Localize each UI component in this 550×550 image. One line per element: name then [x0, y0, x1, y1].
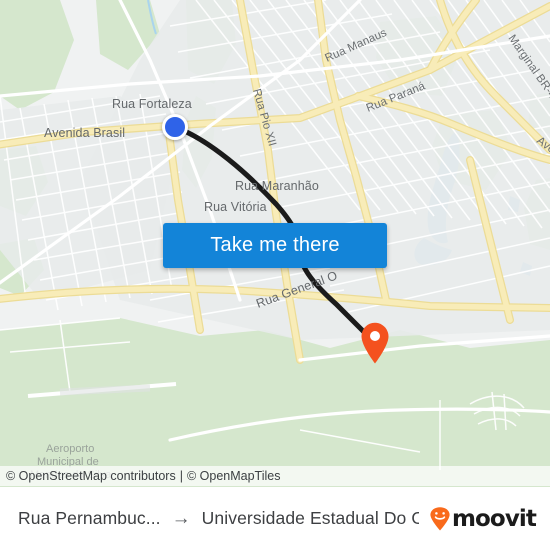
- area-label: Aeroporto: [46, 443, 94, 455]
- attribution-separator: |: [179, 469, 183, 483]
- take-me-there-button[interactable]: Take me there: [163, 223, 387, 268]
- moovit-pin-icon: [430, 506, 450, 530]
- origin-marker[interactable]: [162, 114, 188, 140]
- destination-label[interactable]: Universidade Estadual Do Oest...: [202, 508, 419, 529]
- road-label: Rua Fortaleza: [112, 97, 192, 111]
- destination-marker[interactable]: [360, 322, 390, 364]
- road-label: Rua Maranhão: [235, 179, 319, 193]
- route-summary: Rua Pernambuc... → Universidade Estadual…: [18, 508, 419, 529]
- openmaptiles-attribution[interactable]: © OpenMapTiles: [187, 469, 281, 483]
- osm-attribution[interactable]: © OpenStreetMap contributors: [6, 469, 176, 483]
- origin-label[interactable]: Rua Pernambuc...: [18, 508, 161, 529]
- moovit-wordmark: moovit: [451, 505, 537, 532]
- map-attribution: © OpenStreetMap contributors | © OpenMap…: [0, 466, 550, 486]
- map-canvas[interactable]: Rua Fortaleza Avenida Brasil Rua Pio XII…: [0, 0, 550, 487]
- trip-footer-bar: Rua Pernambuc... → Universidade Estadual…: [0, 487, 550, 550]
- road-label: Avenida Brasil: [44, 126, 125, 140]
- arrow-right-icon: →: [171, 508, 191, 529]
- road-label: Rua Vitória: [204, 200, 267, 214]
- moovit-trip-screen: Rua Fortaleza Avenida Brasil Rua Pio XII…: [0, 0, 550, 550]
- cta-label: Take me there: [210, 234, 340, 256]
- moovit-logo[interactable]: moovit: [429, 505, 537, 532]
